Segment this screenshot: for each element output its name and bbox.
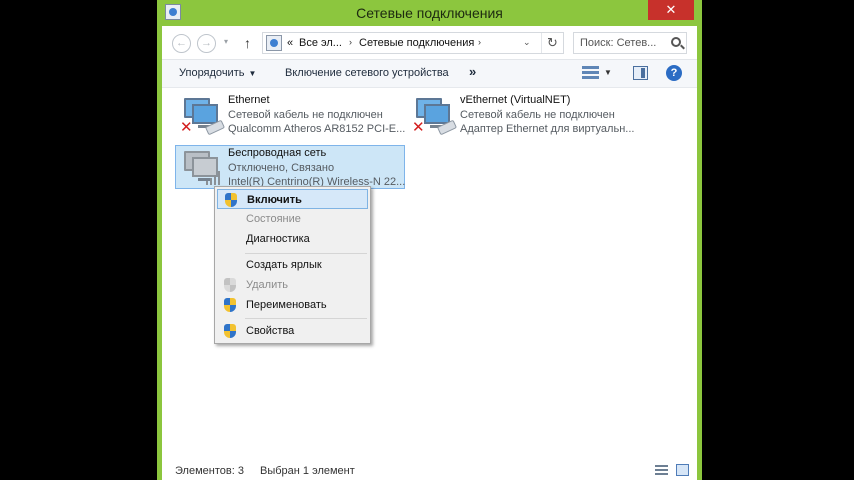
menu-item-label: Состояние: [246, 213, 301, 225]
forward-button[interactable]: →: [197, 34, 216, 53]
up-button[interactable]: ↑: [244, 35, 251, 51]
close-button[interactable]: ✕: [648, 0, 694, 20]
uac-shield-icon: [225, 193, 238, 207]
search-input[interactable]: [580, 36, 664, 50]
menu-item-label: Включить: [247, 194, 302, 206]
ethernet-adapter-icon: ✕: [412, 96, 458, 136]
disconnected-icon: ✕: [412, 119, 425, 136]
connection-status: Сетевой кабель не подключен: [228, 109, 383, 121]
menu-separator: [245, 253, 367, 254]
menu-item-enable[interactable]: Включить: [217, 189, 368, 209]
address-history-button[interactable]: ⌄: [523, 37, 531, 48]
title-bar[interactable]: Сетевые подключения ✕: [157, 0, 702, 26]
refresh-button[interactable]: ↻: [541, 33, 563, 53]
breadcrumb-chevron-icon[interactable]: ›: [478, 37, 481, 47]
signal-bars-icon: [206, 171, 222, 185]
menu-separator: [245, 318, 367, 319]
chevron-down-icon: ▼: [248, 69, 257, 78]
menu-item-label: Удалить: [246, 279, 288, 291]
menu-item-label: Создать ярлык: [246, 259, 322, 271]
menu-item-status[interactable]: Состояние: [217, 209, 368, 229]
connection-wireless[interactable]: Беспроводная сеть Отключено, Связано Int…: [175, 145, 405, 189]
menu-item-label: Переименовать: [246, 299, 327, 311]
breadcrumb-network-connections[interactable]: Сетевые подключения: [359, 37, 474, 49]
organize-label: Упорядочить: [179, 67, 245, 79]
view-options-button[interactable]: ▼: [604, 68, 612, 77]
help-icon[interactable]: ?: [666, 65, 682, 81]
menu-item-diagnostics[interactable]: Диагностика: [217, 229, 368, 249]
change-view-icon[interactable]: [582, 66, 599, 80]
wireless-adapter-icon: [180, 149, 224, 187]
window-title: Сетевые подключения: [356, 5, 503, 21]
connection-name: vEthernet (VirtualNET): [460, 94, 571, 106]
connection-device: Адаптер Ethernet для виртуальн...: [460, 123, 635, 135]
status-bar: Элементов: 3 Выбран 1 элемент: [162, 460, 697, 480]
ethernet-adapter-icon: ✕: [180, 96, 226, 136]
command-bar: Упорядочить ▼ Включение сетевого устройст…: [162, 60, 697, 88]
control-panel-icon: [266, 35, 282, 51]
organize-button[interactable]: Упорядочить ▼: [179, 67, 256, 79]
uac-shield-icon: [224, 324, 237, 338]
disconnected-icon: ✕: [180, 119, 193, 136]
search-icon[interactable]: [671, 37, 681, 47]
connection-name: Беспроводная сеть: [228, 147, 327, 159]
selection-count: Выбран 1 элемент: [260, 465, 355, 477]
item-count: Элементов: 3: [175, 465, 244, 477]
more-commands-button[interactable]: »: [469, 64, 476, 79]
uac-shield-icon: [224, 298, 237, 312]
menu-item-delete[interactable]: Удалить: [217, 275, 368, 295]
preview-pane-icon[interactable]: [633, 66, 648, 80]
connection-vethernet[interactable]: ✕ vEthernet (VirtualNET) Сетевой кабель …: [408, 93, 638, 137]
breadcrumb-chevron-icon[interactable]: ›: [349, 37, 352, 47]
connection-status: Отключено, Связано: [228, 162, 335, 174]
breadcrumb-all-items[interactable]: Все эл...: [299, 37, 342, 49]
details-view-icon[interactable]: [655, 465, 668, 476]
address-bar: ← → ▾ ↑ « Все эл... › Сетевые подключени…: [162, 26, 697, 60]
menu-item-properties[interactable]: Свойства: [217, 321, 368, 341]
enable-device-button[interactable]: Включение сетевого устройства: [285, 67, 449, 79]
breadcrumb-overflow[interactable]: «: [287, 37, 293, 49]
connection-name: Ethernet: [228, 94, 270, 106]
search-box[interactable]: [573, 32, 687, 54]
menu-item-label: Диагностика: [246, 233, 310, 245]
menu-item-create-shortcut[interactable]: Создать ярлык: [217, 255, 368, 275]
uac-shield-icon: [224, 278, 237, 292]
context-menu: Включить Состояние Диагностика Создать я…: [214, 186, 371, 344]
address-box[interactable]: « Все эл... › Сетевые подключения › ⌄ ↻: [262, 32, 564, 54]
tiles-view-icon[interactable]: [676, 464, 689, 476]
connection-ethernet[interactable]: ✕ Ethernet Сетевой кабель не подключен Q…: [176, 93, 412, 137]
back-button[interactable]: ←: [172, 34, 191, 53]
recent-locations-button[interactable]: ▾: [224, 37, 228, 46]
connection-status: Сетевой кабель не подключен: [460, 109, 615, 121]
menu-item-rename[interactable]: Переименовать: [217, 295, 368, 315]
connection-device: Qualcomm Atheros AR8152 PCI-E...: [228, 123, 406, 135]
menu-item-label: Свойства: [246, 325, 295, 337]
